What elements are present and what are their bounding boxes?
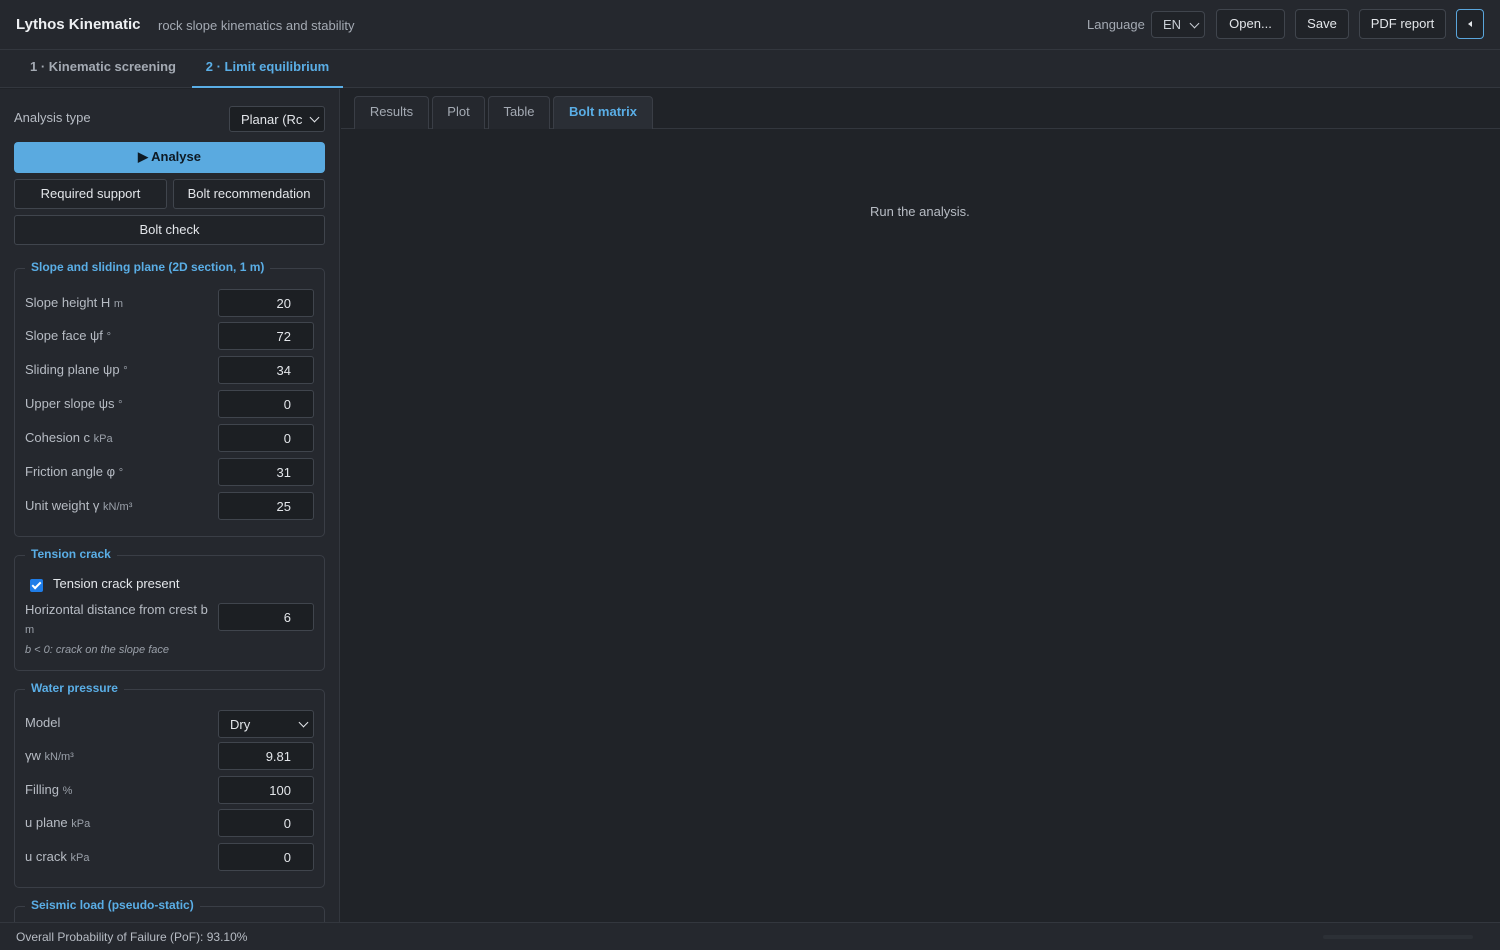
results-tabs: Results Plot Table Bolt matrix xyxy=(341,89,1500,129)
friction-angle-label: Friction angle φ ° xyxy=(25,464,123,479)
water-unit-weight-label: γw kN/m³ xyxy=(25,748,74,763)
field-unit: ° xyxy=(118,467,124,479)
tab-plot[interactable]: Plot xyxy=(432,96,485,129)
tension-crack-present-label: Tension crack present xyxy=(53,576,180,591)
slope-legend: Slope and sliding plane (2D section, 1 m… xyxy=(25,260,271,274)
tension-crack-fieldset: Tension crack Tension crack present Hori… xyxy=(14,547,325,671)
app-header: Lythos Kinematic rock slope kinematics a… xyxy=(0,0,1500,50)
filling-input[interactable]: 100 xyxy=(218,776,314,804)
field-unit: m xyxy=(25,624,35,636)
required-support-button[interactable]: Required support xyxy=(14,179,167,209)
analysis-type-label: Analysis type xyxy=(14,110,91,125)
field-unit: kN/m³ xyxy=(103,501,133,513)
field-label: Slope height H xyxy=(25,295,111,310)
bolt-recommendation-button[interactable]: Bolt recommendation xyxy=(173,179,325,209)
field-unit: kN/m³ xyxy=(44,751,74,763)
seismic-fieldset: Seismic load (pseudo-static) xyxy=(14,898,325,922)
pdf-report-button[interactable]: PDF report xyxy=(1359,9,1446,39)
water-unit-weight-input[interactable]: 9.81 xyxy=(218,742,314,770)
field-label: Horizontal distance from crest b xyxy=(25,602,208,617)
tension-crack-legend: Tension crack xyxy=(25,547,117,561)
crack-distance-input[interactable]: 6 xyxy=(218,603,314,631)
cohesion-input[interactable]: 0 xyxy=(218,424,314,452)
field-unit: kPa xyxy=(70,852,90,864)
analysis-type-select[interactable]: Planar (Rc xyxy=(229,106,325,132)
tab-table[interactable]: Table xyxy=(488,96,550,129)
slope-fieldset: Slope and sliding plane (2D section, 1 m… xyxy=(14,260,325,537)
slope-face-label: Slope face ψf ° xyxy=(25,328,111,343)
chevron-down-icon xyxy=(1189,18,1200,29)
field-label: Filling xyxy=(25,782,59,797)
water-model-select[interactable]: Dry xyxy=(218,710,314,738)
sliding-plane-input[interactable]: 34 xyxy=(218,356,314,384)
main-tabs: 1 · Kinematic screening 2 · Limit equili… xyxy=(0,50,1500,88)
field-label: Friction angle φ xyxy=(25,464,116,479)
cohesion-label: Cohesion c kPa xyxy=(25,430,113,445)
field-label: γw xyxy=(25,748,41,763)
status-scroll-track xyxy=(1323,935,1473,939)
analyse-button[interactable]: ▶ Analyse xyxy=(14,142,325,173)
u-plane-input[interactable]: 0 xyxy=(218,809,314,837)
slope-face-input[interactable]: 72 xyxy=(218,322,314,350)
unit-weight-label: Unit weight γ kN/m³ xyxy=(25,498,132,513)
field-unit: ° xyxy=(123,365,128,377)
seismic-legend: Seismic load (pseudo-static) xyxy=(25,898,200,912)
upper-slope-label: Upper slope ψs ° xyxy=(25,396,123,411)
water-pressure-legend: Water pressure xyxy=(25,681,124,695)
field-label: Unit weight γ xyxy=(25,498,100,513)
field-label: u crack xyxy=(25,849,67,864)
status-text: Overall Probability of Failure (PoF): 93… xyxy=(16,930,248,944)
water-pressure-fieldset: Water pressure Model Dry γw kN/m³ 9.81 F… xyxy=(14,681,325,888)
tab-bolt-matrix[interactable]: Bolt matrix xyxy=(553,96,653,129)
sliding-plane-label: Sliding plane ψp ° xyxy=(25,362,128,377)
field-unit: % xyxy=(62,785,73,797)
filling-label: Filling % xyxy=(25,782,72,797)
field-unit: ° xyxy=(118,399,123,411)
water-model-label: Model xyxy=(25,715,61,730)
input-panel: Analysis type Planar (Rc ▶ Analyse Requi… xyxy=(0,89,340,922)
open-button[interactable]: Open... xyxy=(1216,9,1285,39)
tab-kinematic-screening[interactable]: 1 · Kinematic screening xyxy=(16,50,190,88)
tab-limit-equilibrium[interactable]: 2 · Limit equilibrium xyxy=(192,50,343,88)
crack-note: b < 0: crack on the slope face xyxy=(25,644,170,656)
field-unit: kPa xyxy=(71,818,91,830)
chevron-down-icon xyxy=(309,112,320,123)
status-bar: Overall Probability of Failure (PoF): 93… xyxy=(0,922,1500,950)
friction-angle-input[interactable]: 31 xyxy=(218,458,314,486)
language-value: EN xyxy=(1163,17,1182,32)
field-label: Slope face ψf xyxy=(25,328,103,343)
app-subtitle: rock slope kinematics and stability xyxy=(158,18,355,33)
field-label: Sliding plane ψp xyxy=(25,362,120,377)
tension-crack-checkbox[interactable] xyxy=(30,579,43,592)
field-label: u plane xyxy=(25,815,68,830)
slope-height-input[interactable]: 20 xyxy=(218,289,314,317)
upper-slope-input[interactable]: 0 xyxy=(218,390,314,418)
tab-results[interactable]: Results xyxy=(354,96,429,129)
unit-weight-input[interactable]: 25 xyxy=(218,492,314,520)
collapse-panel-button[interactable] xyxy=(1456,9,1484,39)
save-button[interactable]: Save xyxy=(1295,9,1349,39)
crack-distance-label: Horizontal distance from crest b m xyxy=(25,600,210,640)
u-plane-label: u plane kPa xyxy=(25,815,90,830)
bolt-check-button[interactable]: Bolt check xyxy=(14,215,325,245)
empty-state-message: Run the analysis. xyxy=(870,204,970,219)
field-label: Cohesion c xyxy=(25,430,91,445)
language-select[interactable]: EN xyxy=(1151,11,1205,38)
field-unit: kPa xyxy=(93,433,113,445)
field-unit: m xyxy=(113,298,124,310)
analysis-type-value: Planar (Rc xyxy=(241,112,303,127)
chevron-down-icon xyxy=(298,717,309,728)
water-model-value: Dry xyxy=(230,717,251,732)
app-title: Lythos Kinematic xyxy=(16,16,141,33)
chevron-left-icon xyxy=(1468,21,1472,27)
field-label: Upper slope ψs xyxy=(25,396,115,411)
language-label: Language xyxy=(1087,17,1145,32)
field-unit: ° xyxy=(106,331,111,343)
u-crack-label: u crack kPa xyxy=(25,849,90,864)
slope-height-label: Slope height H m xyxy=(25,295,123,310)
u-crack-input[interactable]: 0 xyxy=(218,843,314,871)
